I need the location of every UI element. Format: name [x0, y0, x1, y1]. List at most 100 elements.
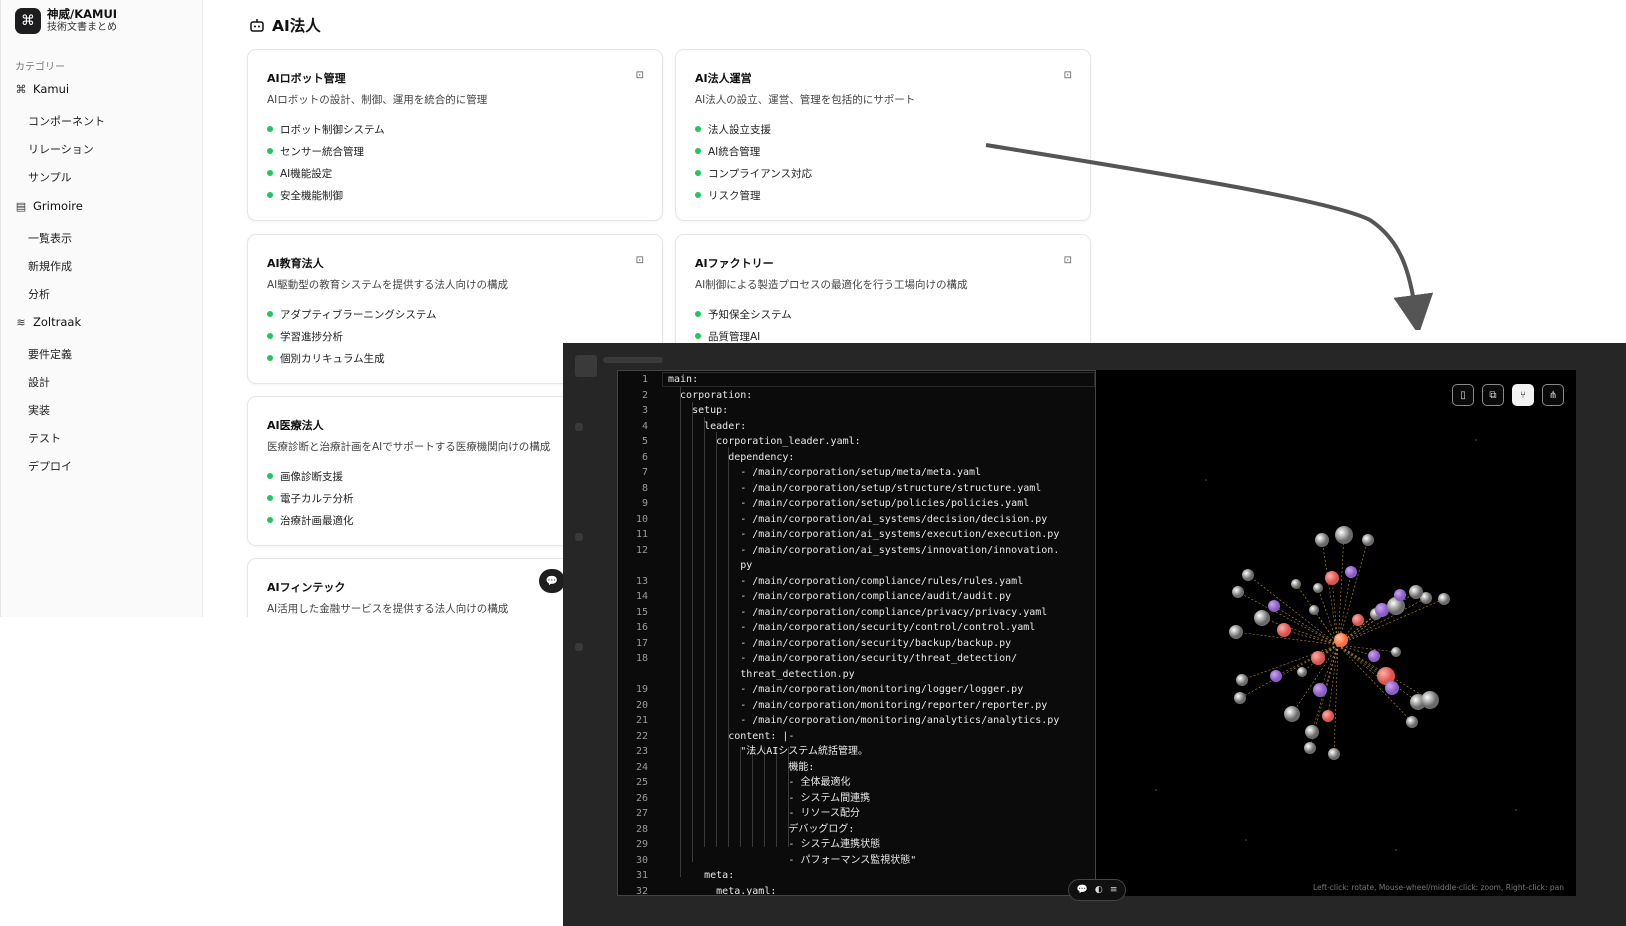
- sidebar-item[interactable]: デプロイ: [28, 458, 72, 474]
- code-line[interactable]: 21 - /main/corporation/monitoring/analyt…: [618, 713, 1059, 728]
- sidebar-item[interactable]: 分析: [28, 286, 50, 302]
- graph-node[interactable]: [1325, 571, 1339, 585]
- code-line[interactable]: 18 - /main/corporation/security/threat_d…: [618, 651, 1017, 666]
- graph-node[interactable]: [1421, 691, 1439, 709]
- graph-node[interactable]: [1368, 650, 1380, 662]
- graph-node[interactable]: [1242, 569, 1254, 581]
- code-line[interactable]: 12 - /main/corporation/ai_systems/innova…: [618, 543, 1059, 558]
- graph-node[interactable]: [1335, 526, 1353, 544]
- graph-node[interactable]: [1304, 742, 1316, 754]
- chat-icon[interactable]: 💬: [539, 569, 565, 593]
- graph-node[interactable]: [1270, 670, 1282, 682]
- code-line[interactable]: threat_detection.py: [618, 667, 854, 682]
- graph-node[interactable]: [1229, 625, 1243, 639]
- graph-node[interactable]: [1232, 586, 1244, 598]
- list-item-label: センサー統合管理: [280, 145, 364, 158]
- code-line[interactable]: 10 - /main/corporation/ai_systems/decisi…: [618, 512, 1047, 527]
- code-line[interactable]: 31 meta:: [618, 868, 734, 883]
- sidebar-item[interactable]: 要件定義: [28, 346, 72, 362]
- code-line[interactable]: py: [618, 558, 752, 573]
- graph-node[interactable]: [1297, 667, 1307, 677]
- sidebar-group-grimoire[interactable]: ▤ Grimoire: [15, 199, 83, 213]
- graph-node[interactable]: [1385, 681, 1399, 695]
- git-branch-icon[interactable]: ⑂: [1512, 384, 1534, 406]
- graph-node[interactable]: [1406, 716, 1418, 728]
- graph-node[interactable]: [1438, 593, 1450, 605]
- network-icon[interactable]: ⋔: [1542, 384, 1564, 406]
- theme-toggle-icon[interactable]: ◐: [1095, 885, 1103, 895]
- graph-node[interactable]: [1409, 585, 1423, 599]
- code-line[interactable]: 22 content: |-: [618, 729, 794, 744]
- sidebar-item[interactable]: コンポーネント: [28, 113, 105, 129]
- graph-node[interactable]: [1322, 710, 1334, 722]
- sidebar-item[interactable]: リレーション: [28, 141, 94, 157]
- code-line[interactable]: 14 - /main/corporation/compliance/audit/…: [618, 589, 1011, 604]
- graph-node[interactable]: [1328, 748, 1340, 760]
- graph-viewer[interactable]: ▯ ⧉ ⑂ ⋔ Left-click: rotate, Mouse-wheel/mid…: [1096, 370, 1576, 896]
- brand[interactable]: ⌘ 神威/KAMUI 技術文書まとめ: [15, 7, 117, 34]
- graph-node[interactable]: [1391, 647, 1401, 657]
- code-line[interactable]: 29 - システム連携状態: [618, 837, 880, 852]
- sidebar-group-zoltraak[interactable]: ≋ Zoltraak: [15, 315, 81, 329]
- code-line[interactable]: 16 - /main/corporation/security/control/…: [618, 620, 1035, 635]
- code-line[interactable]: 4 leader:: [618, 419, 746, 434]
- graph-node[interactable]: [1277, 623, 1291, 637]
- graph-node[interactable]: [1362, 534, 1374, 546]
- menu-icon[interactable]: ≡: [1110, 885, 1118, 895]
- code-line[interactable]: 9 - /main/corporation/setup/policies/pol…: [618, 496, 1029, 511]
- code-line[interactable]: 11 - /main/corporation/ai_systems/execut…: [618, 527, 1059, 542]
- code-line[interactable]: 27 - リソース配分: [618, 806, 860, 821]
- graph-node[interactable]: [1284, 706, 1300, 722]
- code-line[interactable]: 19 - /main/corporation/monitoring/logger…: [618, 682, 1023, 697]
- sidebar-item[interactable]: 実装: [28, 402, 50, 418]
- code-line[interactable]: 13 - /main/corporation/compliance/rules/…: [618, 574, 1023, 589]
- code-line[interactable]: 30 - パフォーマンス監視状態": [618, 853, 916, 868]
- graph-node[interactable]: [1268, 600, 1280, 612]
- graph-node[interactable]: [1291, 579, 1301, 589]
- code-line[interactable]: 26 - システム間連携: [618, 791, 870, 806]
- document-view-icon[interactable]: ▯: [1452, 384, 1474, 406]
- code-line[interactable]: 6 dependency:: [618, 450, 794, 465]
- graph-node[interactable]: [1254, 610, 1270, 626]
- code-text: "法人AIシステム統括管理。: [668, 746, 869, 757]
- node-graph[interactable]: [1096, 370, 1576, 896]
- graph-node[interactable]: [1311, 651, 1325, 665]
- graph-node[interactable]: [1313, 583, 1323, 593]
- code-line[interactable]: 20 - /main/corporation/monitoring/report…: [618, 698, 1047, 713]
- graph-node[interactable]: [1315, 533, 1329, 547]
- graph-node[interactable]: [1345, 566, 1357, 578]
- sidebar-group-kamui[interactable]: ⌘ Kamui: [15, 82, 70, 96]
- code-line[interactable]: 5 corporation_leader.yaml:: [618, 434, 861, 449]
- code-line[interactable]: 15 - /main/corporation/compliance/privac…: [618, 605, 1047, 620]
- code-line[interactable]: 2 corporation:: [618, 388, 752, 403]
- code-line[interactable]: 8 - /main/corporation/setup/structure/st…: [618, 481, 1041, 496]
- graph-node[interactable]: [1334, 633, 1348, 647]
- sidebar-item[interactable]: サンプル: [28, 169, 72, 185]
- sidebar-item[interactable]: 新規作成: [28, 258, 72, 274]
- code-line[interactable]: 1 main:: [618, 372, 698, 387]
- graph-node[interactable]: [1394, 589, 1406, 601]
- graph-node[interactable]: [1313, 683, 1327, 697]
- sidebar-item[interactable]: 設計: [28, 374, 50, 390]
- graph-node[interactable]: [1375, 603, 1389, 617]
- code-line[interactable]: 32 meta.yaml:: [618, 884, 776, 896]
- folder-graph-icon[interactable]: ⧉: [1482, 384, 1504, 406]
- graph-node[interactable]: [1309, 605, 1319, 615]
- graph-node[interactable]: [1305, 725, 1319, 739]
- code-line[interactable]: 28 デバッグログ:: [618, 822, 854, 837]
- code-line[interactable]: 25 - 全体最適化: [618, 775, 851, 790]
- code-line[interactable]: 23 "法人AIシステム統括管理。: [618, 744, 868, 759]
- graph-node[interactable]: [1352, 614, 1364, 626]
- code-line[interactable]: 17 - /main/corporation/security/backup/b…: [618, 636, 1011, 651]
- code-line[interactable]: 3 setup:: [618, 403, 728, 418]
- graph-node[interactable]: [1236, 674, 1248, 686]
- sidebar-item[interactable]: 一覧表示: [28, 230, 72, 246]
- code-editor[interactable]: 1 main: 2 corporation: 3 setup: 4 leader: 5 c…: [617, 370, 1096, 896]
- code-text: - リソース配分: [668, 808, 860, 819]
- sidebar-item[interactable]: テスト: [28, 430, 61, 446]
- chat-icon[interactable]: 💬: [1077, 885, 1088, 895]
- feature-card[interactable]: AIロボット管理 ⊡ AIロボットの設計、制御、運用を統合的に管理 ロボット制御システ…: [247, 49, 663, 221]
- graph-node[interactable]: [1234, 692, 1246, 704]
- code-line[interactable]: 24 機能:: [618, 760, 814, 775]
- code-line[interactable]: 7 - /main/corporation/setup/meta/meta.ya…: [618, 465, 981, 480]
